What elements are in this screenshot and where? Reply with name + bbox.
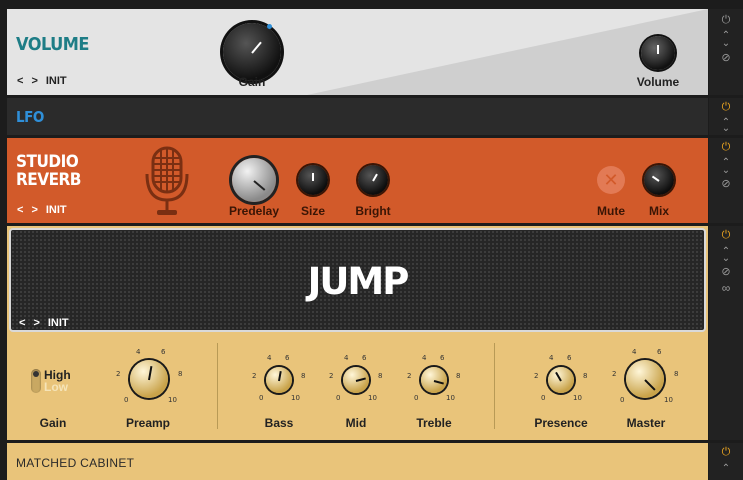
- preamp-control: 0 2 4 6 8 10: [116, 348, 183, 404]
- treble-control: 0 2 4 6 8 10: [407, 354, 461, 402]
- presence-label: Presence: [534, 416, 588, 430]
- bright-knob[interactable]: [358, 165, 388, 195]
- power-icon[interactable]: ⏻: [709, 15, 743, 26]
- bass-knob[interactable]: [266, 367, 292, 393]
- preamp-label: Preamp: [125, 416, 171, 430]
- volume-knob[interactable]: [641, 36, 675, 70]
- gain-switch-label: Gain: [39, 416, 67, 430]
- volume-side-controls: ⏻ ⌃ ⌄ ⊘: [709, 9, 743, 95]
- mid-knob[interactable]: [343, 367, 369, 393]
- collapse-icon[interactable]: ⌃: [709, 464, 743, 474]
- preset-prev-button[interactable]: <: [17, 204, 25, 216]
- preset-prev-button[interactable]: <: [19, 317, 27, 329]
- gain-knob[interactable]: [223, 23, 281, 81]
- section-divider: [494, 343, 495, 429]
- power-icon[interactable]: ⏻: [709, 142, 743, 153]
- cabinet-title: MATCHED CABINET: [16, 456, 135, 470]
- matched-cabinet-panel: MATCHED CABINET: [7, 443, 708, 480]
- reverb-title-line1: STUDIO: [16, 152, 79, 172]
- reverb-preset-selector[interactable]: < > INIT: [17, 204, 67, 216]
- treble-label: Treble: [416, 416, 452, 430]
- disable-icon[interactable]: ⊘: [709, 53, 743, 64]
- section-divider: [217, 343, 218, 429]
- amp-side-controls: ⏻ ⌃ ⌄ ⊘ ∞: [709, 226, 743, 440]
- amp-preset-selector[interactable]: < > INIT: [19, 317, 69, 329]
- power-icon[interactable]: ⏻: [709, 102, 743, 113]
- expand-icon[interactable]: ⌄: [709, 39, 743, 49]
- gain-switch[interactable]: [31, 369, 41, 393]
- volume-label: Volume: [636, 75, 680, 89]
- mid-control: 0 2 4 6 8 10: [329, 354, 383, 402]
- preset-name: INIT: [45, 204, 67, 216]
- lfo-panel: LFO: [7, 98, 708, 135]
- disable-icon[interactable]: ⊘: [709, 267, 743, 278]
- amp-panel: JUMP < > INIT High Low Gain 0 2 4 6 8 10 P…: [7, 226, 708, 440]
- preset-next-button[interactable]: >: [31, 75, 39, 87]
- preset-next-button[interactable]: >: [31, 204, 39, 216]
- reverb-side-controls: ⏻ ⌃ ⌄ ⊘: [709, 138, 743, 223]
- expand-icon[interactable]: ⌄: [709, 166, 743, 176]
- microphone-icon: [145, 146, 189, 215]
- studio-reverb-panel: STUDIO REVERB < > INIT Predelay Size Brigh…: [7, 138, 708, 223]
- mute-button[interactable]: ✕: [597, 166, 625, 194]
- gain-label: Gain: [238, 75, 266, 89]
- predelay-knob[interactable]: [232, 158, 276, 202]
- bright-label: Bright: [355, 204, 391, 218]
- size-knob[interactable]: [298, 165, 328, 195]
- amp-grille: JUMP < > INIT: [9, 228, 706, 332]
- bass-control: 0 2 4 6 8 10: [252, 354, 306, 402]
- lfo-title: LFO: [16, 108, 44, 126]
- preset-next-button[interactable]: >: [33, 317, 41, 329]
- presence-knob[interactable]: [548, 367, 574, 393]
- lfo-side-controls: ⏻ ⌃ ⌄: [709, 98, 743, 135]
- preamp-knob[interactable]: [130, 360, 168, 398]
- master-knob[interactable]: [626, 360, 664, 398]
- expand-icon[interactable]: ⌄: [709, 254, 743, 264]
- link-icon[interactable]: ∞: [709, 282, 743, 294]
- master-control: 0 2 4 6 8 10: [612, 348, 679, 404]
- mid-label: Mid: [345, 416, 367, 430]
- bass-label: Bass: [264, 416, 294, 430]
- mix-knob[interactable]: [644, 165, 674, 195]
- gain-knob-marker: [267, 24, 272, 29]
- presence-control: 0 2 4 6 8 10: [534, 354, 588, 402]
- preset-name: INIT: [47, 317, 69, 329]
- power-icon[interactable]: ⏻: [709, 230, 743, 241]
- mute-x-icon: ✕: [603, 170, 619, 190]
- mix-label: Mix: [648, 204, 669, 218]
- volume-panel: VOLUME < > INIT Gain Volume: [7, 9, 708, 95]
- volume-panel-background: [307, 9, 708, 95]
- cabinet-side-controls: ⏻ ⌃: [709, 443, 743, 480]
- reverb-title-line2: REVERB: [16, 170, 81, 190]
- master-label: Master: [626, 416, 666, 430]
- preset-name: INIT: [45, 75, 67, 87]
- amp-logo: JUMP: [307, 260, 410, 303]
- expand-icon[interactable]: ⌄: [709, 124, 743, 134]
- power-icon[interactable]: ⏻: [709, 447, 743, 458]
- volume-title: VOLUME: [16, 34, 90, 55]
- treble-knob[interactable]: [421, 367, 447, 393]
- disable-icon[interactable]: ⊘: [709, 179, 743, 190]
- preset-prev-button[interactable]: <: [17, 75, 25, 87]
- gain-low-option[interactable]: Low: [44, 380, 68, 394]
- volume-preset-selector[interactable]: < > INIT: [17, 75, 67, 87]
